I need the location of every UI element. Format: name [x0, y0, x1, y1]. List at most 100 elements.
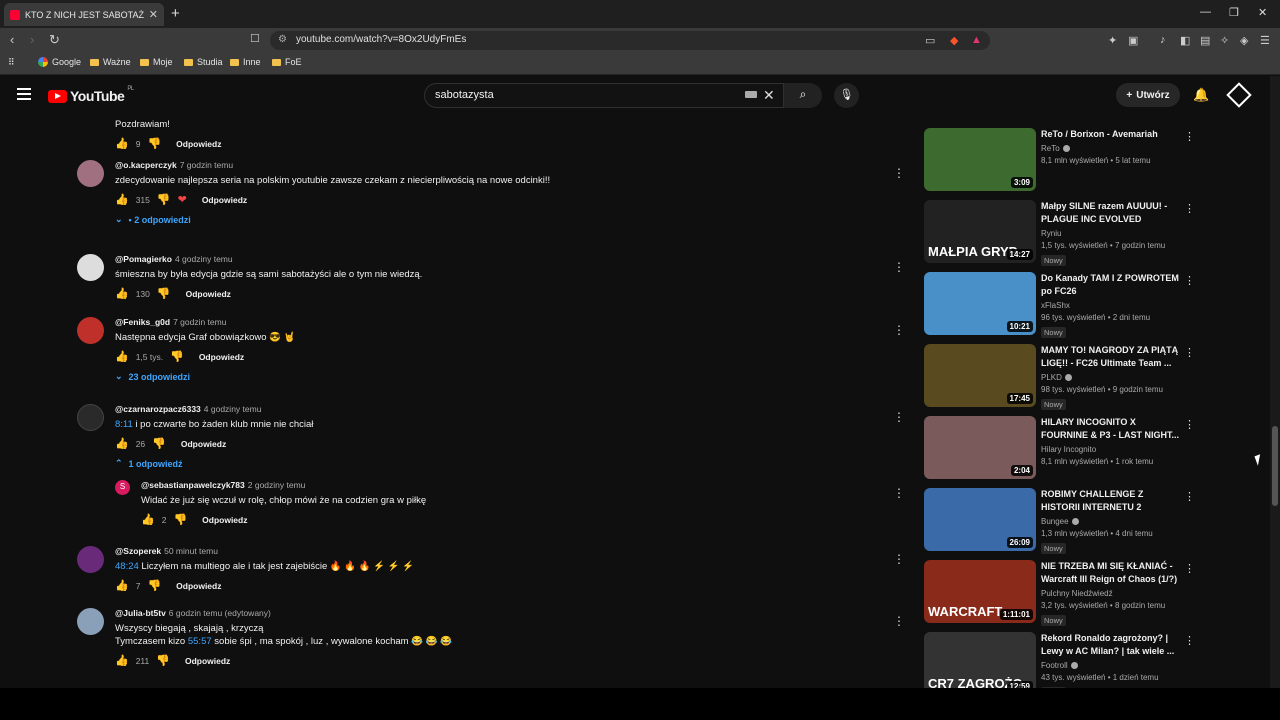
comment-time[interactable]: 7 godzin temu	[173, 317, 226, 327]
more-options-icon[interactable]: ⋮	[1184, 418, 1195, 431]
video-title[interactable]: Małpy SILNE razem AUUUU! - PLAGUE INC EV…	[1041, 200, 1181, 226]
more-options-icon[interactable]: ⋮	[1184, 634, 1195, 647]
more-options-icon[interactable]: ⋮	[893, 486, 905, 500]
show-replies-button[interactable]: ⌄ • 2 odpowiedzi	[115, 214, 875, 225]
music-icon[interactable]: ♪	[1160, 34, 1166, 46]
create-button[interactable]: + Utwórz	[1116, 83, 1180, 107]
avatar[interactable]	[77, 254, 104, 281]
video-thumbnail[interactable]: 17:45	[924, 344, 1036, 407]
avatar[interactable]	[77, 160, 104, 187]
comment-time[interactable]: 6 godzin temu (edytowany)	[169, 608, 271, 618]
like-icon[interactable]: 👍	[115, 350, 129, 363]
timestamp-link[interactable]: 8:11	[115, 419, 133, 430]
channel-name[interactable]: Hilary Incognito	[1041, 445, 1096, 454]
like-icon[interactable]: 👍	[115, 579, 129, 592]
dislike-icon[interactable]: 👎	[157, 287, 171, 300]
voice-search-button[interactable]: 🎙	[834, 83, 859, 108]
dislike-icon[interactable]: 👎	[173, 513, 187, 526]
sidebar-icon[interactable]: ◧	[1180, 34, 1190, 47]
channel-name[interactable]: Pulchny Niedźwiedź	[1041, 589, 1113, 598]
more-options-icon[interactable]: ⋮	[893, 166, 905, 180]
video-title[interactable]: NIE TRZEBA MI SIĘ KŁANIAĆ - Warcraft III…	[1041, 560, 1181, 586]
reply-button[interactable]: Odpowiedz	[176, 581, 221, 591]
show-replies-button[interactable]: ⌄ 23 odpowiedzi	[115, 371, 875, 382]
video-thumbnail[interactable]: 2:04	[924, 416, 1036, 479]
like-icon[interactable]: 👍	[115, 193, 129, 206]
comment-author[interactable]: @czarnarozpacz6333	[115, 404, 201, 414]
recommended-video[interactable]: MAŁPIA GRYP 14:27 Małpy SILNE razem AUUUU!…	[924, 200, 1195, 266]
like-icon[interactable]: 👍	[115, 437, 129, 450]
dislike-icon[interactable]: 👎	[156, 654, 170, 667]
restore-icon[interactable]: ❐	[1229, 6, 1239, 19]
reply-button[interactable]: Odpowiedz	[181, 439, 226, 449]
reply-button[interactable]: Odpowiedz	[176, 139, 221, 149]
video-title[interactable]: Do Kanady TAM I Z POWROTEM po FC26	[1041, 272, 1181, 298]
more-options-icon[interactable]: ⋮	[1184, 202, 1195, 215]
recommended-video[interactable]: WARCRAFT 1:11:01 NIE TRZEBA MI SIĘ KŁANIAĆ…	[924, 560, 1195, 626]
reply-button[interactable]: Odpowiedz	[199, 352, 244, 362]
comment-author[interactable]: @Szoperek	[115, 546, 161, 556]
channel-name[interactable]: xFlaShx	[1041, 301, 1070, 310]
hide-replies-button[interactable]: ⌃ 1 odpowiedź	[115, 458, 875, 469]
comment-time[interactable]: 50 minut temu	[164, 546, 218, 556]
rewards-icon[interactable]: ▲	[971, 34, 982, 46]
close-tab-icon[interactable]: ✕	[149, 8, 158, 21]
more-options-icon[interactable]: ⋮	[893, 552, 905, 566]
bookmark-icon[interactable]: ☐	[250, 32, 260, 45]
dislike-icon[interactable]: 👎	[147, 137, 161, 150]
timestamp-link[interactable]: 48:24	[115, 561, 139, 572]
like-icon[interactable]: 👍	[115, 137, 129, 150]
comment-author[interactable]: @o.kacperczyk	[115, 160, 177, 170]
channel-name[interactable]: ReTo	[1041, 144, 1060, 153]
bookmark-google[interactable]: Google	[38, 57, 81, 67]
apps-icon[interactable]: ⠿	[8, 57, 15, 68]
brave-shield-icon[interactable]: ◆	[950, 34, 958, 47]
reply-button[interactable]: Odpowiedz	[186, 289, 231, 299]
bookmark-inne[interactable]: Inne	[230, 57, 261, 67]
reload-icon[interactable]: ↻	[49, 32, 60, 48]
dislike-icon[interactable]: 👎	[152, 437, 166, 450]
youtube-logo[interactable]: YouTube PL	[48, 86, 134, 104]
account-avatar[interactable]	[1226, 82, 1252, 108]
recommended-video[interactable]: CR7 ZAGROŻO 12:59 Rekord Ronaldo zagrożony…	[924, 632, 1195, 688]
clear-search-icon[interactable]: ✕	[763, 87, 775, 104]
video-title[interactable]: MAMY TO! NAGRODY ZA PIĄTĄ LIGĘ!! - FC26 …	[1041, 344, 1181, 370]
cast-icon[interactable]: ▭	[925, 34, 935, 47]
avatar[interactable]	[77, 608, 104, 635]
video-title[interactable]: HILARY INCOGNITO X FOURNINE & P3 - LAST …	[1041, 416, 1181, 442]
url-field[interactable]: ⚙ youtube.com/watch?v=8Ox2UdyFmEs	[270, 31, 990, 50]
channel-name[interactable]: Ryniu	[1041, 229, 1061, 238]
recommended-video[interactable]: 3:09 ReTo / Borixon - Avemariah ReTo 8,1 ml…	[924, 128, 1195, 192]
timestamp-link[interactable]: 55:57	[188, 636, 212, 647]
wallet-icon[interactable]: ▤	[1200, 34, 1210, 47]
notifications-bell-icon[interactable]: 🔔	[1193, 87, 1209, 103]
vpn-icon[interactable]: ◈	[1240, 34, 1248, 47]
back-icon[interactable]: ‹	[10, 32, 14, 47]
more-options-icon[interactable]: ⋮	[893, 410, 905, 424]
more-options-icon[interactable]: ⋮	[1184, 274, 1195, 287]
comment-time[interactable]: 2 godziny temu	[248, 480, 306, 490]
channel-name[interactable]: Footroll	[1041, 661, 1068, 670]
comment-author[interactable]: @Pomagierko	[115, 254, 172, 264]
hamburger-menu-icon[interactable]	[17, 88, 31, 103]
recommended-video[interactable]: 10:21 Do Kanady TAM I Z POWROTEM po FC26 x…	[924, 272, 1195, 338]
new-tab-icon[interactable]: +	[171, 5, 180, 22]
minimize-icon[interactable]: —	[1200, 6, 1211, 18]
leo-icon[interactable]: ✧	[1220, 34, 1229, 47]
bookmark-wazne[interactable]: Ważne	[90, 57, 131, 67]
bookmark-studia[interactable]: Studia	[184, 57, 223, 67]
video-thumbnail[interactable]: 10:21	[924, 272, 1036, 335]
more-options-icon[interactable]: ⋮	[893, 614, 905, 628]
search-button[interactable]: ⌕	[784, 83, 822, 108]
comment-author[interactable]: @Julia-bt5tv	[115, 608, 166, 618]
channel-name[interactable]: PLKD	[1041, 373, 1062, 382]
reply-button[interactable]: Odpowiedz	[185, 656, 230, 666]
screenshot-icon[interactable]: ▣	[1128, 34, 1138, 47]
dislike-icon[interactable]: 👎	[157, 193, 171, 206]
close-window-icon[interactable]: ✕	[1258, 6, 1267, 19]
video-title[interactable]: ReTo / Borixon - Avemariah	[1041, 128, 1181, 141]
avatar[interactable]	[77, 404, 104, 431]
avatar[interactable]	[77, 546, 104, 573]
search-input[interactable]: sabotazysta	[424, 83, 784, 108]
video-thumbnail[interactable]: 26:09	[924, 488, 1036, 551]
